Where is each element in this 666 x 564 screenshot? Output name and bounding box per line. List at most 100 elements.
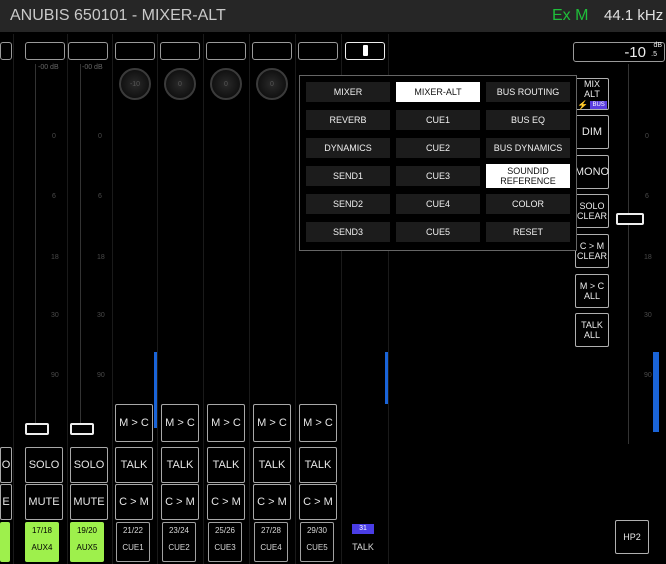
- menu-item-cue5[interactable]: CUE5: [396, 222, 480, 242]
- scale-label: 18: [51, 254, 59, 261]
- link-icon: ⚡: [577, 99, 589, 110]
- solo-clear-button[interactable]: SOLO CLEAR: [575, 194, 609, 228]
- menu-item-mixer[interactable]: MIXER: [306, 82, 390, 102]
- channel-selector[interactable]: [298, 42, 338, 60]
- menu-item-bus-routing[interactable]: BUS ROUTING: [486, 82, 570, 102]
- channel-db-readout: -00 dB: [82, 64, 103, 71]
- title-bar: ANUBIS 650101 - MIXER-ALT Ex M 44.1 kHz: [0, 0, 666, 32]
- level-meter: [653, 352, 659, 432]
- mix-alt-button[interactable]: MIX ALT ⚡ BUS: [575, 78, 609, 110]
- solo-button[interactable]: SOLO: [70, 447, 108, 483]
- menu-item-reverb[interactable]: REVERB: [306, 110, 390, 130]
- sample-rate: 44.1 kHz: [604, 7, 664, 24]
- talk-button[interactable]: TALK: [207, 447, 245, 483]
- level-meter: [154, 352, 157, 428]
- mc-button[interactable]: M > C: [299, 404, 337, 442]
- channel-label-aux4[interactable]: 17/18 AUX4: [25, 522, 59, 562]
- channel-selector[interactable]: [25, 42, 65, 60]
- channel-label-cue5[interactable]: 29/30 CUE5: [300, 522, 334, 562]
- channel-label-cue4[interactable]: 27/28 CUE4: [254, 522, 288, 562]
- channel-selector[interactable]: [345, 42, 385, 60]
- solo-button[interactable]: O: [0, 447, 12, 483]
- menu-item-bus-eq[interactable]: BUS EQ: [486, 110, 570, 130]
- menu-item-cue4[interactable]: CUE4: [396, 194, 480, 214]
- scale-label: 0: [645, 133, 649, 140]
- solo-button[interactable]: SOLO: [25, 447, 63, 483]
- channel-selector[interactable]: [68, 42, 108, 60]
- menu-item-mixer-alt[interactable]: MIXER-ALT: [396, 82, 480, 102]
- menu-item-cue1[interactable]: CUE1: [396, 110, 480, 130]
- cue-level-knob[interactable]: -10: [119, 68, 151, 100]
- cm-clear-button[interactable]: C > M CLEAR: [575, 234, 609, 268]
- mc-button[interactable]: M > C: [253, 404, 291, 442]
- talk-button[interactable]: TALK: [115, 447, 153, 483]
- mc-all-button[interactable]: M > C ALL: [575, 274, 609, 308]
- scale-label: 0: [98, 133, 102, 140]
- cm-button[interactable]: C > M: [299, 484, 337, 520]
- scale-label: 6: [645, 193, 649, 200]
- scale-label: 30: [51, 312, 59, 319]
- channel-label-cue1[interactable]: 21/22 CUE1: [116, 522, 150, 562]
- channel-db-readout: -00 dB: [38, 64, 59, 71]
- menu-item-soundid-reference[interactable]: SOUNDID REFERENCE: [486, 164, 570, 188]
- master-fader-cap[interactable]: [616, 213, 644, 225]
- mute-button[interactable]: MUTE: [25, 484, 63, 520]
- mono-button[interactable]: MONO: [575, 155, 609, 189]
- column-divider: [157, 34, 158, 564]
- cm-button[interactable]: C > M: [253, 484, 291, 520]
- fader-cap[interactable]: [70, 423, 94, 435]
- channel-label-partial[interactable]: [0, 522, 10, 562]
- channel-label-talk[interactable]: 31 TALK: [346, 522, 380, 562]
- scale-label: 6: [98, 193, 102, 200]
- channel-selector[interactable]: [160, 42, 200, 60]
- scale-label: 90: [51, 372, 59, 379]
- master-volume-display[interactable]: -10 dB .5: [573, 42, 665, 62]
- volume-value: -10: [624, 44, 646, 61]
- scale-label: 18: [644, 254, 652, 261]
- talk-button[interactable]: TALK: [299, 447, 337, 483]
- cue-level-knob[interactable]: 0: [164, 68, 196, 100]
- menu-item-bus-dynamics[interactable]: BUS DYNAMICS: [486, 138, 570, 158]
- scale-label: 30: [97, 312, 105, 319]
- mc-button[interactable]: M > C: [115, 404, 153, 442]
- talk-button[interactable]: TALK: [253, 447, 291, 483]
- menu-item-send1[interactable]: SEND1: [306, 166, 390, 186]
- channel-selector[interactable]: [0, 42, 12, 60]
- cue-level-knob[interactable]: 0: [256, 68, 288, 100]
- mc-button[interactable]: M > C: [207, 404, 245, 442]
- channel-label-cue3[interactable]: 25/26 CUE3: [208, 522, 242, 562]
- channel-selector[interactable]: [252, 42, 292, 60]
- scale-label: 6: [52, 193, 56, 200]
- mc-button[interactable]: M > C: [161, 404, 199, 442]
- menu-item-cue3[interactable]: CUE3: [396, 166, 480, 186]
- mode-indicator: Ex M: [552, 7, 589, 24]
- menu-item-dynamics[interactable]: DYNAMICS: [306, 138, 390, 158]
- talk-all-button[interactable]: TALK ALL: [575, 313, 609, 347]
- menu-item-color[interactable]: COLOR: [486, 194, 570, 214]
- menu-item-cue2[interactable]: CUE2: [396, 138, 480, 158]
- menu-item-reset[interactable]: RESET: [486, 222, 570, 242]
- mix-alt-label: MIX ALT: [583, 78, 600, 99]
- mute-button[interactable]: MUTE: [70, 484, 108, 520]
- column-divider: [13, 34, 14, 564]
- dim-button[interactable]: DIM: [575, 115, 609, 149]
- cm-button[interactable]: C > M: [161, 484, 199, 520]
- column-divider: [249, 34, 250, 564]
- menu-item-send3[interactable]: SEND3: [306, 222, 390, 242]
- cue-level-knob[interactable]: 0: [210, 68, 242, 100]
- column-divider: [67, 34, 68, 564]
- channel-label-aux5[interactable]: 19/20 AUX5: [70, 522, 104, 562]
- channel-selector[interactable]: [115, 42, 155, 60]
- fader-track: [628, 64, 629, 444]
- scale-label: 30: [644, 312, 652, 319]
- hp2-button[interactable]: HP2: [615, 520, 649, 554]
- cm-button[interactable]: C > M: [207, 484, 245, 520]
- mute-button[interactable]: E: [0, 484, 12, 520]
- channel-selector[interactable]: [206, 42, 246, 60]
- talk-button[interactable]: TALK: [161, 447, 199, 483]
- cm-button[interactable]: C > M: [115, 484, 153, 520]
- fader-cap[interactable]: [25, 423, 49, 435]
- column-divider: [295, 34, 296, 564]
- channel-label-cue2[interactable]: 23/24 CUE2: [162, 522, 196, 562]
- menu-item-send2[interactable]: SEND2: [306, 194, 390, 214]
